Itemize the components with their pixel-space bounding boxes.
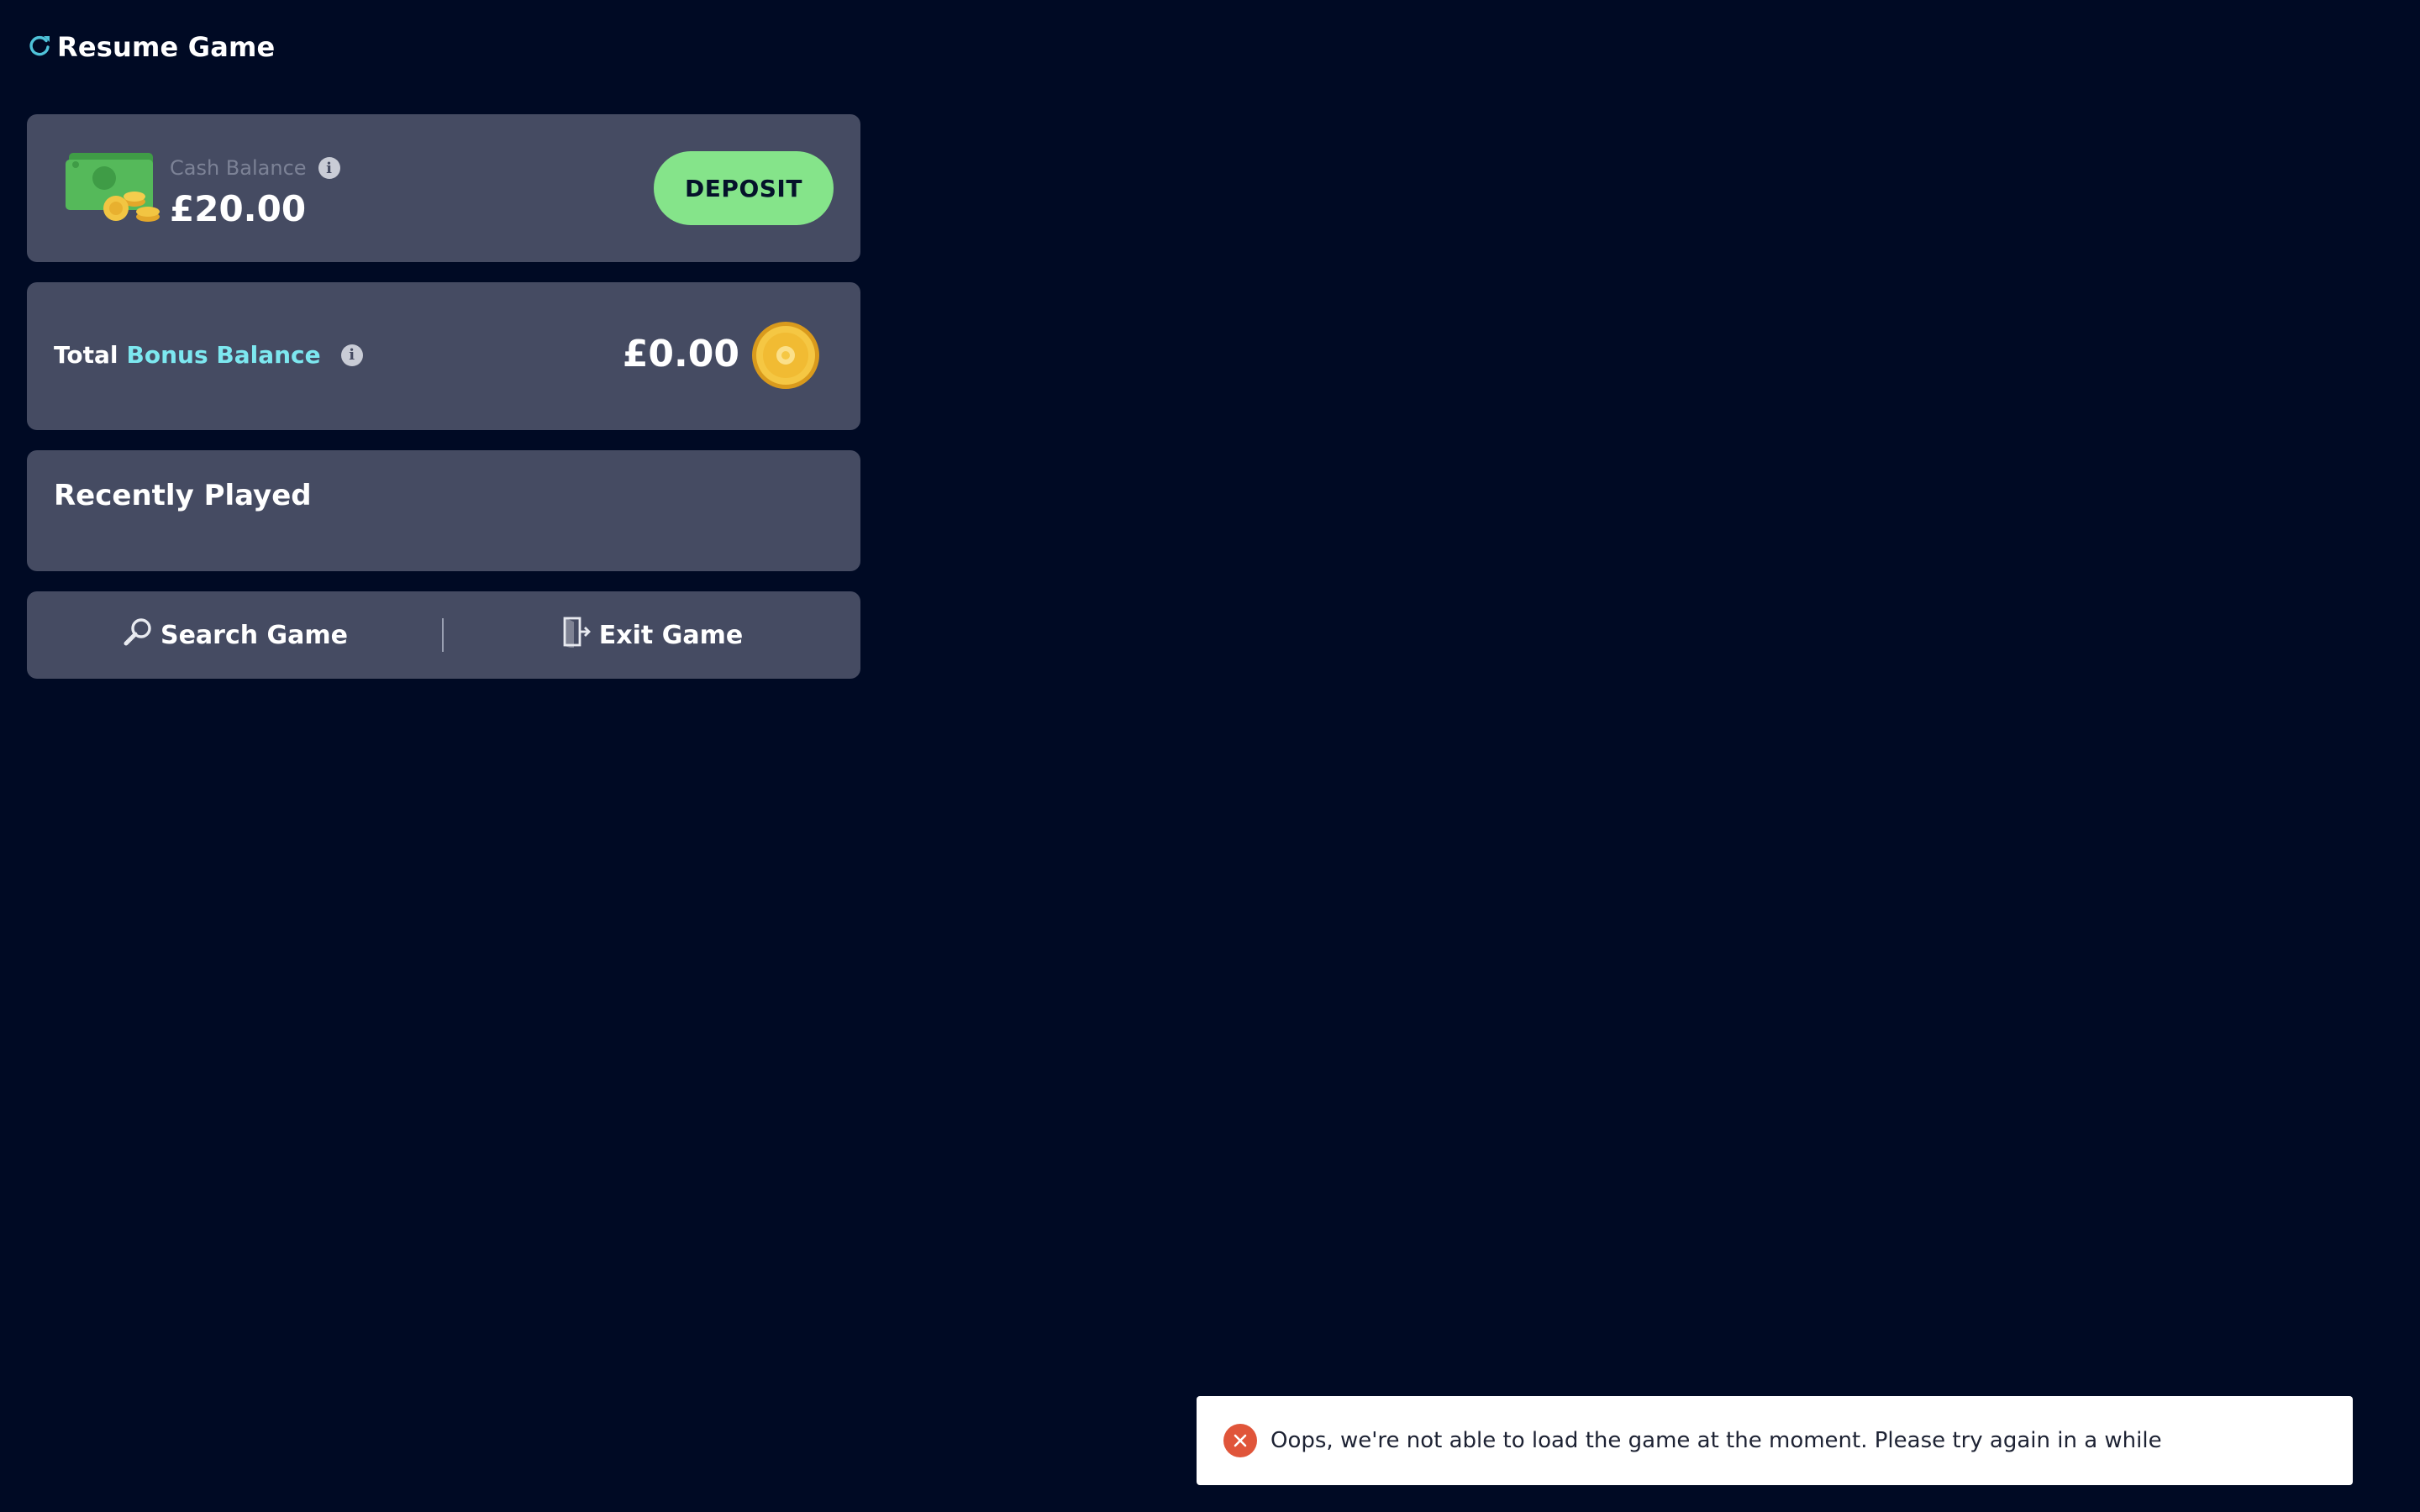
recently-played-card: Recently Played — [27, 450, 860, 571]
info-icon[interactable]: i — [340, 344, 363, 366]
page-title: Resume Game — [57, 31, 276, 63]
magnifier-icon — [122, 616, 154, 654]
bonus-balance-amount: £0.00 — [622, 333, 739, 375]
deposit-button[interactable]: DEPOSIT — [654, 151, 834, 225]
exit-door-icon — [560, 616, 592, 654]
bonus-label-accent: Bonus Balance — [126, 341, 321, 369]
cash-balance-label: Cash Balance — [170, 156, 307, 180]
error-icon[interactable] — [1223, 1424, 1257, 1457]
exit-game-button[interactable]: Exit Game — [444, 591, 860, 679]
refresh-icon — [27, 33, 52, 61]
bonus-balance-card: Total Bonus Balance i £0.00 — [27, 282, 860, 430]
error-toast: Oops, we're not able to load the game at… — [1197, 1396, 2353, 1485]
cash-stack-icon — [66, 153, 160, 222]
exit-game-label: Exit Game — [598, 620, 744, 650]
resume-game-header[interactable]: Resume Game — [27, 25, 275, 69]
bonus-label-prefix: Total — [54, 341, 118, 369]
cash-balance-card: Cash Balance i £20.00 DEPOSIT — [27, 114, 860, 262]
game-actions-bar: Search Game Exit Game — [27, 591, 860, 679]
info-icon[interactable]: i — [318, 157, 340, 179]
search-game-label: Search Game — [160, 620, 349, 650]
gold-coin-icon — [752, 322, 819, 389]
cash-balance-amount: £20.00 — [170, 188, 307, 229]
search-game-button[interactable]: Search Game — [27, 591, 443, 679]
recently-played-title: Recently Played — [54, 479, 312, 512]
error-message: Oops, we're not able to load the game at… — [1270, 1428, 2162, 1453]
